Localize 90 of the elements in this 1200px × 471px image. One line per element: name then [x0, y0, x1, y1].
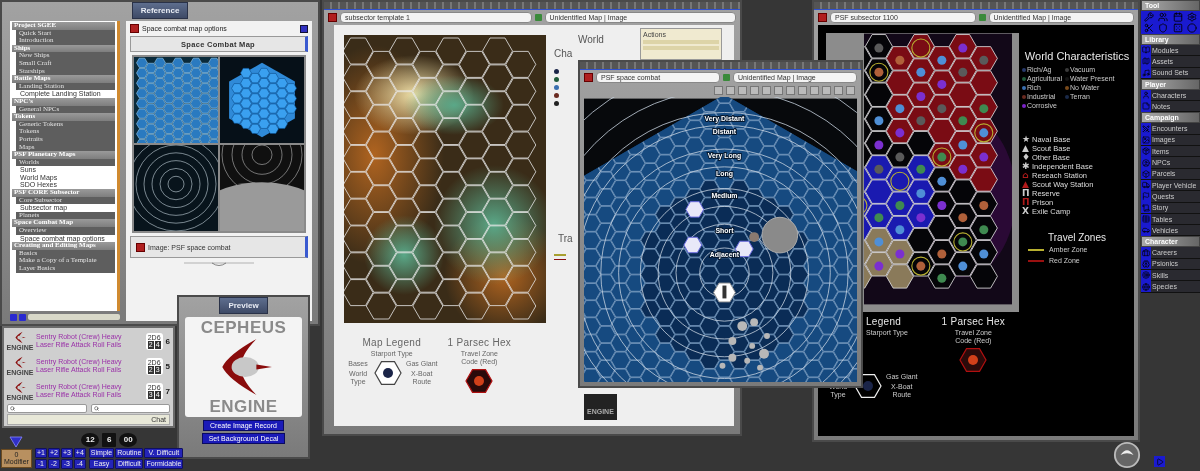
sidebar-item-icon — [1142, 215, 1150, 223]
legend-dot-icon — [554, 85, 559, 90]
zone-line — [554, 258, 566, 260]
base-symbol: ★ — [1022, 134, 1031, 144]
sidebar-item-icon — [1142, 181, 1150, 190]
sidebar-item-icon — [1142, 91, 1150, 100]
sidebar-item-icon — [1142, 124, 1150, 133]
base-symbol: Π — [1022, 197, 1031, 207]
sidebar-item-icon — [1142, 46, 1150, 55]
base-symbol: ⌂ — [1022, 170, 1030, 180]
legend-title: 1 Parsec Hex — [941, 316, 1006, 327]
roll-total: 6 — [165, 336, 170, 346]
ship-icon — [13, 381, 27, 394]
sidebar-item-icon — [1142, 282, 1150, 291]
record-icon[interactable] — [328, 13, 337, 22]
id-icon[interactable] — [534, 14, 542, 21]
roll-total: 7 — [165, 386, 170, 396]
map-thumbnail-drawing[interactable] — [134, 57, 218, 143]
remove-button[interactable] — [19, 313, 26, 321]
map-thumbnail-drawing[interactable] — [134, 145, 218, 231]
partial-heading: World — [578, 35, 604, 45]
legend-title: Travel Zones — [1048, 232, 1106, 244]
chat-mode-field[interactable] — [7, 404, 87, 413]
tool-icon[interactable] — [1158, 12, 1169, 22]
sidebar-item-icon — [1142, 135, 1150, 144]
sidebar-item-icon — [1142, 259, 1150, 268]
sidebar-item-icon — [1142, 248, 1150, 257]
sidebar-item-icon — [1142, 147, 1150, 156]
search-icon — [10, 406, 15, 411]
legend-title: Map Legend — [362, 337, 422, 348]
map-thumbnail-drawing[interactable] — [220, 145, 304, 231]
tool-icon[interactable] — [1172, 12, 1183, 22]
tool-icon[interactable] — [1158, 23, 1169, 33]
tool-icon[interactable] — [1172, 23, 1183, 33]
tool-icon[interactable] — [1187, 12, 1198, 22]
sidebar-item-icon — [1142, 203, 1150, 212]
map-thumbnail-drawing[interactable] — [220, 57, 304, 143]
filter-field[interactable] — [28, 314, 120, 320]
sidebar-item-icon — [1142, 271, 1150, 280]
window-title: Reference — [131, 2, 189, 19]
die[interactable]: 12 — [81, 432, 100, 447]
add-button[interactable] — [10, 313, 17, 321]
sidebar-item-icon — [1142, 102, 1150, 111]
page-button[interactable] — [300, 24, 308, 33]
window-title: Preview — [219, 297, 268, 314]
sidebar-item-icon — [1142, 68, 1150, 77]
link-icon[interactable] — [136, 242, 145, 252]
base-symbol: X — [1022, 206, 1030, 216]
sidebar-item-icon — [1142, 226, 1150, 235]
sidebar-item-icon — [1142, 57, 1150, 66]
base-symbol: Π — [1022, 188, 1031, 198]
tool-icon[interactable] — [1143, 23, 1154, 33]
search-icon — [93, 406, 99, 411]
record-icon[interactable] — [584, 73, 593, 82]
logo-text: CEPHEUS — [200, 319, 287, 336]
sidebar-item-icon — [1142, 192, 1150, 201]
die[interactable]: 6 — [102, 432, 117, 447]
base-symbol: ✱ — [1022, 161, 1031, 171]
play-icon — [1155, 457, 1164, 466]
die[interactable]: 00 — [119, 432, 138, 447]
chat-target-field[interactable] — [90, 404, 170, 413]
emblem-icon — [1113, 441, 1141, 469]
legend-dot-icon — [554, 77, 559, 82]
tool-icon[interactable] — [1143, 12, 1154, 22]
partial-heading: Tra — [558, 234, 573, 244]
play-button[interactable] — [1154, 456, 1165, 467]
sidebar-item-icon — [1142, 169, 1150, 178]
divider-ornament — [184, 261, 254, 267]
roll-total: 5 — [165, 361, 170, 371]
partial-heading: Cha — [554, 49, 573, 59]
legend-title: World Characteristics — [1024, 51, 1130, 63]
legend-dot-icon — [554, 101, 559, 106]
base-symbol: ▲ — [1022, 143, 1030, 153]
record-icon[interactable] — [818, 13, 827, 22]
zone-hex-icon — [464, 368, 495, 394]
base-symbol: ▲ — [1022, 179, 1030, 189]
ship-icon — [13, 331, 27, 344]
legend-title: Legend — [866, 316, 902, 327]
id-icon[interactable] — [978, 14, 986, 21]
base-symbol: ♦ — [1022, 152, 1031, 162]
zone-line — [554, 254, 566, 256]
zone-hex-icon — [958, 347, 989, 373]
legend-dot-icon — [554, 69, 559, 74]
world-hex-icon — [373, 360, 403, 386]
legend-title: 1 Parsec Hex — [447, 337, 512, 348]
sidebar-item-icon — [1142, 158, 1150, 167]
legend-dot-icon — [554, 93, 559, 98]
logo-text: ENGINE — [209, 398, 278, 415]
tool-icon[interactable] — [1187, 23, 1198, 33]
ship-icon — [13, 356, 27, 369]
